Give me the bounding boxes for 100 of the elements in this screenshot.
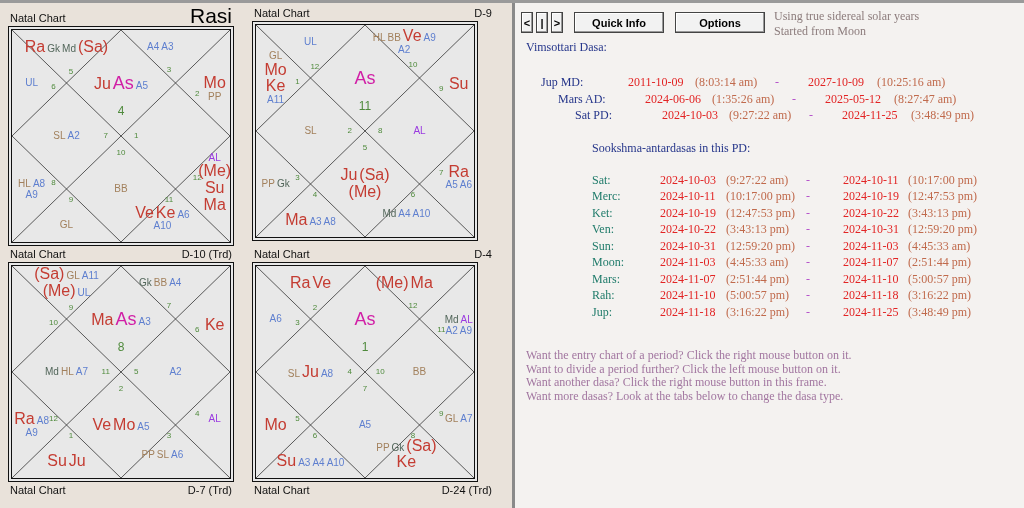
end-date[interactable]: 2024-10-22: [843, 204, 908, 221]
end-date[interactable]: 2024-11-03: [843, 237, 908, 254]
start-date[interactable]: 2011-10-09: [628, 74, 695, 91]
end-time: (3:43:13 pm): [908, 204, 972, 221]
start-time: (9:27:22 am): [726, 171, 790, 188]
sign-number: 10: [408, 61, 418, 70]
date-separator: -: [806, 188, 811, 205]
end-date[interactable]: 2024-11-25: [842, 107, 911, 124]
start-time: (12:47:53 pm): [726, 204, 796, 221]
date-separator: -: [809, 107, 814, 124]
sign-number: 4: [117, 104, 125, 117]
period-label[interactable]: Ven:: [592, 221, 660, 238]
start-date[interactable]: 2024-11-10: [660, 287, 726, 304]
start-date[interactable]: 2024-11-07: [660, 270, 726, 287]
period-label[interactable]: Sun:: [592, 237, 660, 254]
period-label[interactable]: Sat:: [592, 171, 660, 188]
ascendant-label: As: [112, 73, 134, 93]
toolbar-button[interactable]: Quick Info: [574, 12, 664, 33]
end-date[interactable]: 2024-11-07: [843, 254, 908, 271]
upagraha-label: Md: [444, 314, 459, 326]
date-separator: -: [806, 270, 811, 287]
start-date[interactable]: 2024-10-03: [660, 171, 726, 188]
start-date[interactable]: 2024-10-31: [660, 237, 726, 254]
lagna-label: BB: [114, 183, 128, 195]
planet-label: Ke: [155, 205, 176, 221]
arudha-label: UL: [25, 77, 38, 89]
period-label[interactable]: Merc:: [592, 188, 660, 205]
lagna-label: HL: [60, 366, 74, 378]
end-time: (12:47:53 pm): [908, 188, 978, 205]
sign-number: 7: [439, 169, 444, 178]
arudha-lagna-label: AL: [460, 314, 473, 326]
planet-label: Mo: [203, 75, 226, 92]
start-date[interactable]: 2024-06-06: [645, 90, 712, 107]
period-label[interactable]: Mars:: [592, 270, 660, 287]
end-date[interactable]: 2024-10-11: [843, 171, 908, 188]
toolbar-button[interactable]: Options: [675, 12, 765, 33]
help-text: Want more dasas? Look at the tabs below to change the dasa type.: [526, 389, 845, 403]
lagna-label: PP: [376, 442, 390, 454]
arudha-label: A11: [267, 94, 285, 106]
date-separator: -: [806, 287, 811, 304]
end-date[interactable]: 2024-10-19: [843, 188, 908, 205]
start-date[interactable]: 2024-10-11: [660, 188, 726, 205]
planet-label: (Me): [42, 282, 76, 300]
sign-number: 11: [164, 195, 174, 204]
planet-label: (Sa): [406, 437, 437, 455]
end-date[interactable]: 2024-11-18: [843, 287, 908, 304]
arudha-label: A5: [358, 419, 372, 431]
start-date[interactable]: 2024-10-22: [660, 221, 726, 238]
arudha-label: A10: [153, 221, 172, 233]
period-label[interactable]: Ket:: [592, 204, 660, 221]
chart-division: D-9: [474, 7, 492, 20]
planet-label: Ma: [203, 196, 226, 214]
arudha-label: A10: [412, 208, 431, 219]
end-time: (3:48:49 pm): [908, 303, 972, 320]
arudha-lagna-label: AL: [208, 413, 221, 424]
ascendant-label: As: [354, 68, 376, 88]
arudha-label: A4: [312, 457, 325, 469]
arudha-label: A8: [32, 178, 46, 189]
start-date[interactable]: 2024-11-03: [660, 254, 726, 271]
end-time: (12:59:20 pm): [908, 221, 978, 238]
start-time: (10:17:00 pm): [726, 188, 796, 205]
nav-button[interactable]: >: [551, 12, 563, 33]
planet-label: Ju: [340, 167, 358, 184]
sign-number: 6: [195, 325, 200, 334]
end-date[interactable]: 2027-10-09: [808, 74, 877, 91]
arudha-lagna-label: AL: [413, 125, 426, 137]
period-label[interactable]: Moon:: [592, 254, 660, 271]
planet-label: Ve: [312, 274, 332, 292]
chart-label: Natal Chart: [254, 248, 310, 261]
nav-button[interactable]: <: [521, 12, 533, 33]
sign-number: 3: [295, 319, 300, 328]
start-date[interactable]: 2024-10-19: [660, 204, 726, 221]
sign-number: 12: [48, 414, 58, 423]
sign-number: 3: [166, 431, 172, 440]
arudha-label: A3: [138, 316, 151, 328]
period-label[interactable]: Jup MD:: [541, 74, 628, 91]
upagraha-label: Gk: [276, 178, 290, 190]
end-date[interactable]: 2025-05-12: [825, 90, 894, 107]
sign-number: 1: [361, 340, 369, 353]
planet-label: Su: [204, 179, 225, 197]
period-label[interactable]: Jup:: [592, 303, 660, 320]
chart-division: D-10 (Trd): [181, 248, 232, 261]
end-date[interactable]: 2024-11-25: [843, 303, 908, 320]
arudha-label: A10: [326, 457, 345, 469]
ascendant-label: As: [115, 309, 137, 329]
lagna-label: SL: [53, 130, 66, 142]
end-time: (10:25:16 am): [877, 74, 947, 91]
period-label[interactable]: Sat PD:: [575, 107, 662, 124]
end-date[interactable]: 2024-10-31: [843, 221, 908, 238]
period-label[interactable]: Mars AD:: [558, 90, 645, 107]
start-date[interactable]: 2024-11-18: [660, 303, 726, 320]
end-date[interactable]: 2024-11-10: [843, 270, 908, 287]
start-date[interactable]: 2024-10-03: [662, 107, 729, 124]
chart-division: Rasi: [190, 7, 232, 25]
chart-label: Natal Chart: [10, 248, 66, 261]
sign-number: 1: [295, 78, 300, 87]
nav-button[interactable]: |: [536, 12, 548, 33]
date-separator: -: [806, 254, 811, 271]
arudha-lagna-label: AL: [208, 152, 221, 163]
period-label[interactable]: Rah:: [592, 287, 660, 304]
